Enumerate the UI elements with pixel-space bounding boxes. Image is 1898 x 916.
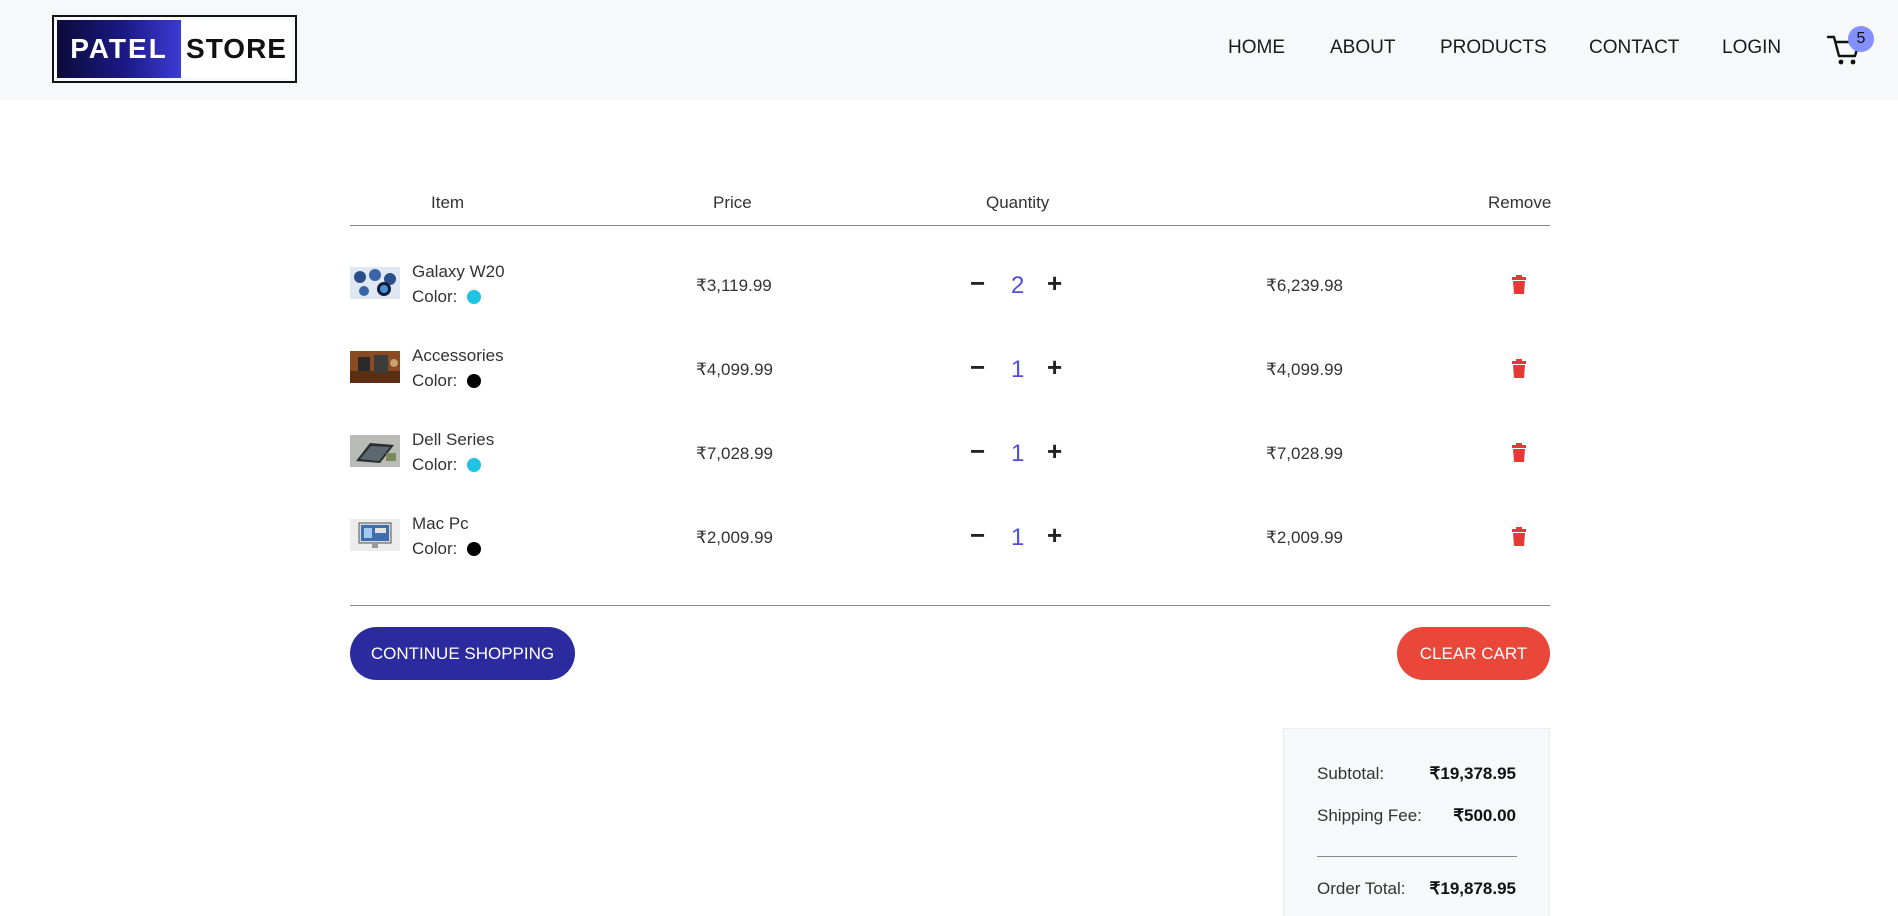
product-name: Galaxy W20 (412, 262, 505, 281)
color-label: Color: (412, 539, 458, 558)
color-swatch (467, 542, 482, 556)
cart-row: Dell Series Color: ₹7,028.99 − 1 + ₹7,02… (0, 423, 1898, 483)
product-color: Color: (412, 371, 482, 391)
decrease-quantity-button[interactable]: − (970, 438, 985, 464)
color-swatch (467, 374, 482, 388)
product-color: Color: (412, 455, 482, 475)
product-price: ₹7,028.99 (696, 444, 773, 463)
color-label: Color: (412, 455, 458, 474)
decrease-quantity-button[interactable]: − (970, 270, 985, 296)
cart-button[interactable]: 5 (1826, 26, 1874, 68)
column-header-price: Price (713, 193, 752, 212)
product-price: ₹4,099.99 (696, 360, 773, 379)
column-header-item: Item (431, 193, 465, 212)
order-total-label: Order Total: (1317, 879, 1406, 898)
quantity-value: 1 (1011, 356, 1025, 383)
trash-icon[interactable] (1511, 359, 1527, 379)
quantity-value: 2 (1011, 272, 1025, 299)
column-header-quantity: Quantity (986, 193, 1050, 212)
continue-shopping-button[interactable]: CONTINUE SHOPPING (350, 627, 575, 680)
cart-row: Accessories Color: ₹4,099.99 − 1 + ₹4,09… (0, 339, 1898, 399)
increase-quantity-button[interactable]: + (1047, 270, 1062, 296)
site-header: PATEL STORE HOME ABOUT PRODUCTS CONTACT … (0, 0, 1898, 100)
subtotal-value: ₹19,378.95 (1429, 764, 1516, 783)
nav-login[interactable]: LOGIN (1722, 37, 1781, 59)
trash-icon[interactable] (1511, 527, 1527, 547)
trash-icon[interactable] (1511, 275, 1527, 295)
product-name: Dell Series (412, 430, 495, 449)
color-swatch (467, 458, 482, 472)
decrease-quantity-button[interactable]: − (970, 354, 985, 380)
product-color: Color: (412, 539, 482, 559)
table-footer-divider (350, 605, 1550, 606)
product-price: ₹3,119.99 (696, 276, 772, 295)
column-header-remove: Remove (1488, 193, 1552, 212)
nav-about[interactable]: ABOUT (1330, 37, 1395, 59)
clear-cart-button[interactable]: CLEAR CART (1397, 627, 1550, 680)
color-label: Color: (412, 371, 458, 390)
nav-contact[interactable]: CONTACT (1589, 37, 1679, 59)
color-label: Color: (412, 287, 458, 306)
summary-divider (1317, 856, 1517, 857)
product-price: ₹2,009.99 (696, 528, 773, 547)
table-header-divider (350, 225, 1550, 226)
subtotal-label: Subtotal: (1317, 764, 1385, 783)
cart-row: Galaxy W20 Color: ₹3,119.99 − 2 + ₹6,239… (0, 255, 1898, 315)
cart-count-badge: 5 (1848, 26, 1874, 52)
order-summary: Subtotal: ₹19,378.95 Shipping Fee: ₹500.… (1283, 728, 1550, 916)
product-name: Accessories (412, 346, 504, 365)
line-subtotal: ₹2,009.99 (1266, 528, 1343, 547)
product-image (350, 351, 400, 383)
line-subtotal: ₹7,028.99 (1266, 444, 1343, 463)
product-image (350, 519, 400, 551)
increase-quantity-button[interactable]: + (1047, 354, 1062, 380)
nav-products[interactable]: PRODUCTS (1440, 37, 1547, 59)
line-subtotal: ₹4,099.99 (1266, 360, 1343, 379)
product-name: Mac Pc (412, 514, 469, 533)
store-logo[interactable]: PATEL STORE (52, 15, 297, 83)
shipping-fee-value: ₹500.00 (1453, 806, 1516, 825)
logo-right-text: STORE (181, 20, 292, 78)
product-image (350, 435, 400, 467)
trash-icon[interactable] (1511, 443, 1527, 463)
product-image (350, 267, 400, 299)
order-total-value: ₹19,878.95 (1429, 879, 1516, 898)
cart-row: Mac Pc Color: ₹2,009.99 − 1 + ₹2,009.99 (0, 507, 1898, 567)
color-swatch (467, 290, 482, 304)
increase-quantity-button[interactable]: + (1047, 522, 1062, 548)
logo-left-text: PATEL (57, 20, 181, 78)
product-color: Color: (412, 287, 482, 307)
shipping-fee-label: Shipping Fee: (1317, 806, 1422, 825)
quantity-value: 1 (1011, 524, 1025, 551)
quantity-value: 1 (1011, 440, 1025, 467)
decrease-quantity-button[interactable]: − (970, 522, 985, 548)
increase-quantity-button[interactable]: + (1047, 438, 1062, 464)
nav-home[interactable]: HOME (1228, 37, 1285, 59)
line-subtotal: ₹6,239.98 (1266, 276, 1343, 295)
